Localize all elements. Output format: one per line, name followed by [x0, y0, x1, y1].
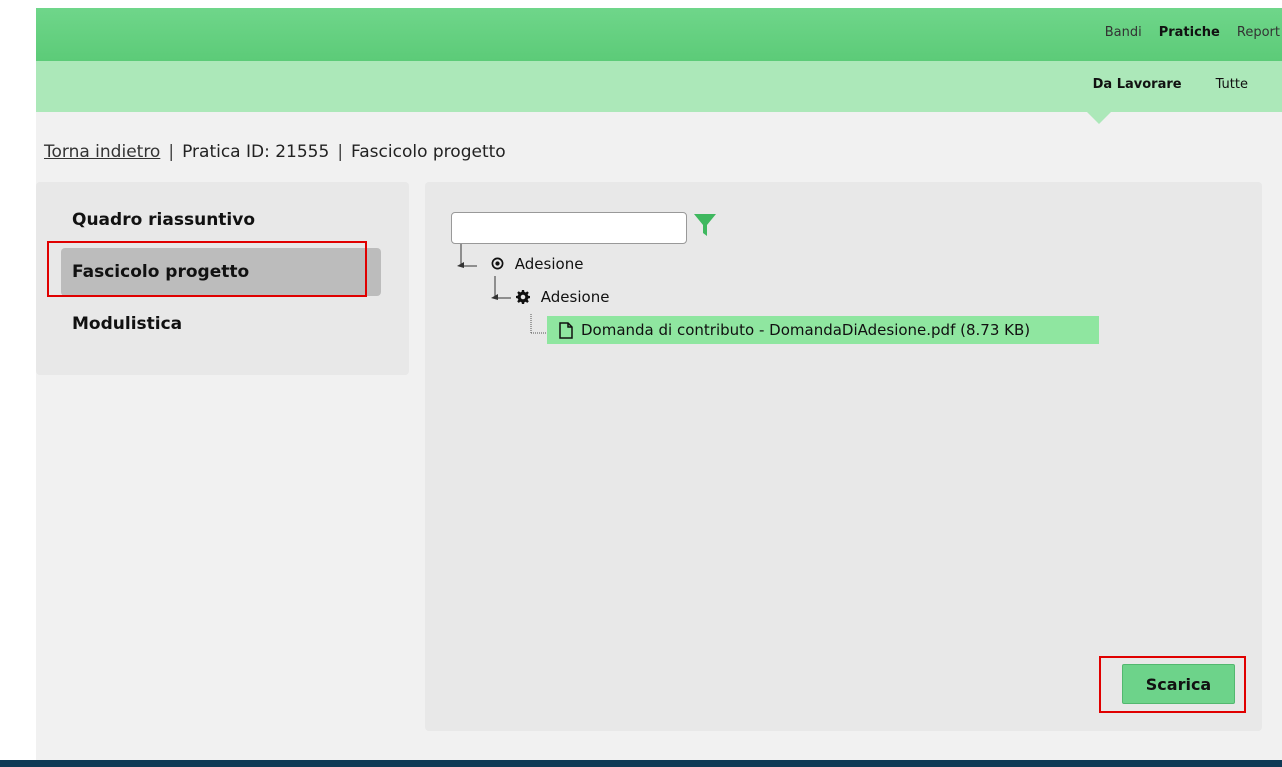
tree-connector — [457, 244, 477, 268]
radio-dot-icon — [491, 257, 504, 270]
file-label: Domanda di contributo - DomandaDiAdesion… — [581, 321, 1031, 339]
top-nav-item-report[interactable]: Report — [1237, 25, 1280, 40]
sub-nav: Da Lavorare Tutte — [1059, 77, 1248, 92]
tree-filter-input[interactable] — [451, 212, 687, 244]
breadcrumb-current: Fascicolo progetto — [351, 142, 506, 162]
file-icon — [559, 322, 573, 339]
filter-icon[interactable] — [693, 212, 717, 238]
sub-nav-bar: Da Lavorare Tutte — [36, 61, 1282, 112]
breadcrumb: Torna indietro | Pratica ID: 21555 | Fascico… — [44, 142, 506, 162]
tree-node-label: Adesione — [514, 255, 584, 273]
sidebar-item-modulistica[interactable]: Modulistica — [61, 300, 381, 348]
tree-node-root[interactable]: Adesione — [491, 255, 583, 273]
pratica-id: Pratica ID: 21555 — [182, 142, 330, 162]
highlight-box-download — [1099, 656, 1246, 713]
highlight-box-sidebar — [47, 241, 367, 297]
top-nav: Bandi Pratiche Report — [1088, 25, 1280, 40]
sub-nav-item-da-lavorare[interactable]: Da Lavorare — [1093, 77, 1182, 92]
document-tree-panel: Adesione Adesione Domanda di contributo … — [425, 182, 1262, 731]
sub-nav-item-tutte[interactable]: Tutte — [1216, 77, 1248, 92]
tree-node-child[interactable]: Adesione — [516, 288, 609, 306]
active-subnav-pointer — [1087, 112, 1111, 124]
top-nav-item-bandi[interactable]: Bandi — [1105, 25, 1142, 40]
footer-bar — [0, 760, 1282, 767]
gear-icon — [516, 290, 530, 305]
breadcrumb-separator: | — [168, 142, 175, 162]
tree-connector — [491, 276, 511, 300]
top-nav-bar: Bandi Pratiche Report — [36, 8, 1282, 61]
top-nav-item-pratiche[interactable]: Pratiche — [1159, 25, 1220, 40]
back-link[interactable]: Torna indietro — [44, 142, 160, 162]
sidebar-item-quadro-riassuntivo[interactable]: Quadro riassuntivo — [61, 196, 381, 244]
tree-node-label: Adesione — [540, 288, 610, 306]
breadcrumb-separator: | — [337, 142, 344, 162]
tree-node-file[interactable]: Domanda di contributo - DomandaDiAdesion… — [547, 316, 1099, 344]
